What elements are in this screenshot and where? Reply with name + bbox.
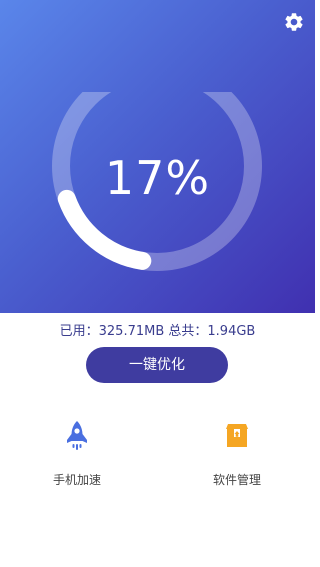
rocket-icon bbox=[63, 420, 91, 452]
gear-icon bbox=[285, 13, 303, 31]
phone-boost-label: 手机加速 bbox=[52, 473, 101, 487]
settings-button[interactable] bbox=[283, 11, 305, 33]
app-manager-label: 软件管理 bbox=[212, 473, 261, 487]
memory-usage-text: 已用：325.71MB 总共：1.94GB bbox=[59, 324, 256, 339]
memory-header: 17% bbox=[0, 0, 315, 313]
package-icon bbox=[223, 420, 251, 452]
optimize-button[interactable]: 一键优化 bbox=[86, 347, 228, 383]
phone-boost-button[interactable]: 手机加速 bbox=[17, 420, 137, 488]
app-manager-button[interactable]: 软件管理 bbox=[177, 420, 297, 488]
memory-percent: 17% bbox=[104, 151, 211, 205]
gauge-progress bbox=[57, 189, 152, 270]
